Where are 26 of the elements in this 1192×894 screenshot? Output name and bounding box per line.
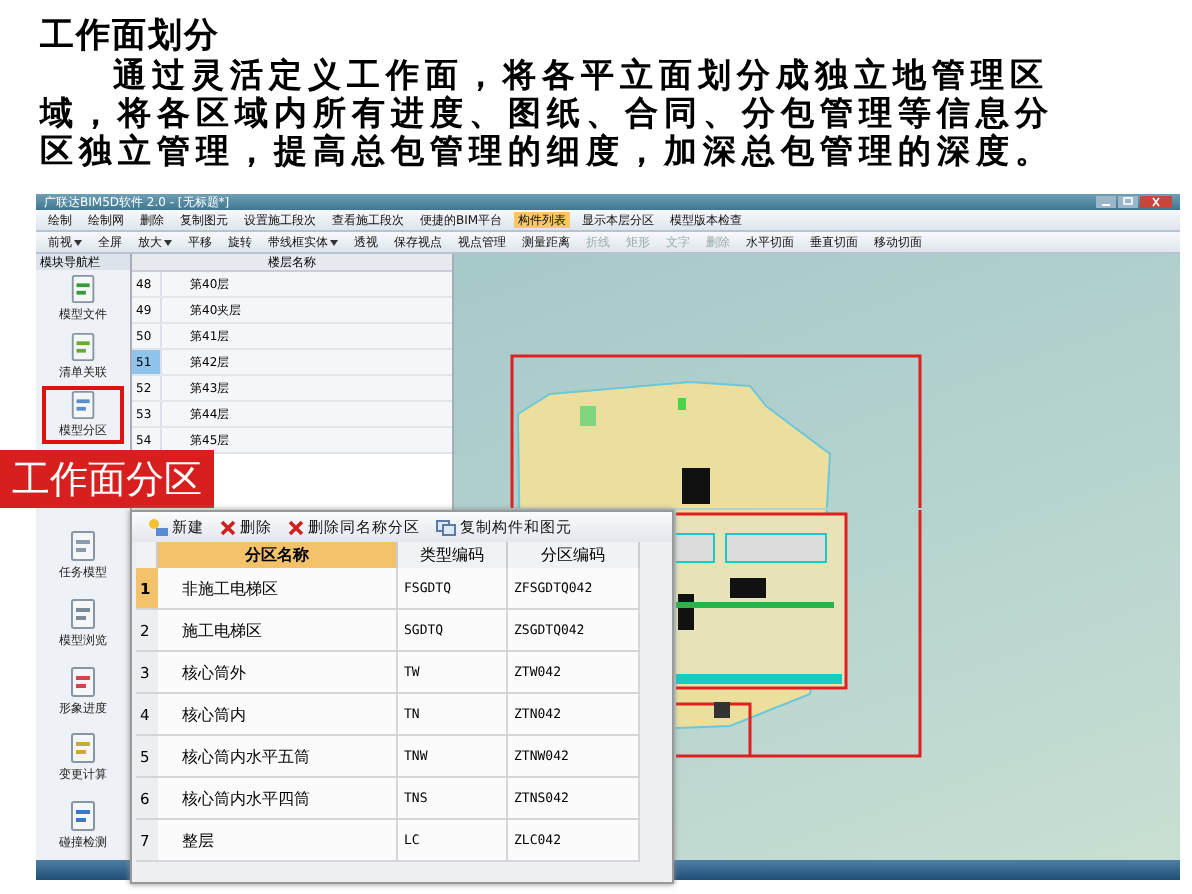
delete-icon bbox=[288, 519, 304, 535]
module-icon bbox=[67, 530, 99, 563]
module-icon bbox=[67, 598, 99, 631]
table-cell: 施工电梯区 bbox=[158, 610, 398, 652]
column-header[interactable]: 分区名称 bbox=[158, 542, 398, 568]
module-icon bbox=[67, 800, 99, 833]
table-cell: 核心筒内水平四筒 bbox=[158, 778, 398, 820]
module-icon bbox=[67, 390, 99, 420]
close-icon[interactable] bbox=[1140, 196, 1172, 208]
delete-icon bbox=[220, 519, 236, 535]
module-icon bbox=[67, 274, 99, 304]
module-icon bbox=[67, 665, 99, 698]
copy-icon bbox=[436, 519, 456, 535]
table-cell: 整层 bbox=[158, 820, 398, 862]
callout-label: 工作面分区 bbox=[0, 450, 214, 508]
maximize-icon[interactable] bbox=[1118, 196, 1138, 208]
module-icon bbox=[67, 332, 99, 362]
new-icon bbox=[148, 518, 168, 536]
table-cell: 核心筒外 bbox=[158, 652, 398, 694]
table-cell: 核心筒内水平五筒 bbox=[158, 736, 398, 778]
table-cell: 非施工电梯区 bbox=[158, 568, 398, 610]
slide-paragraph: 通过灵活定义工作面，将各平立面划分成独立地管理区域，将各区域内所有进度、图纸、合同、分包管理等信息分区独立管理，提高总包管理的细度，加深总包管理的深度。 bbox=[40, 56, 1056, 170]
slide-heading: 工作面划分 bbox=[40, 18, 220, 56]
minimize-icon[interactable] bbox=[1096, 196, 1116, 208]
module-icon bbox=[67, 732, 99, 765]
table-cell: 核心筒内 bbox=[158, 694, 398, 736]
